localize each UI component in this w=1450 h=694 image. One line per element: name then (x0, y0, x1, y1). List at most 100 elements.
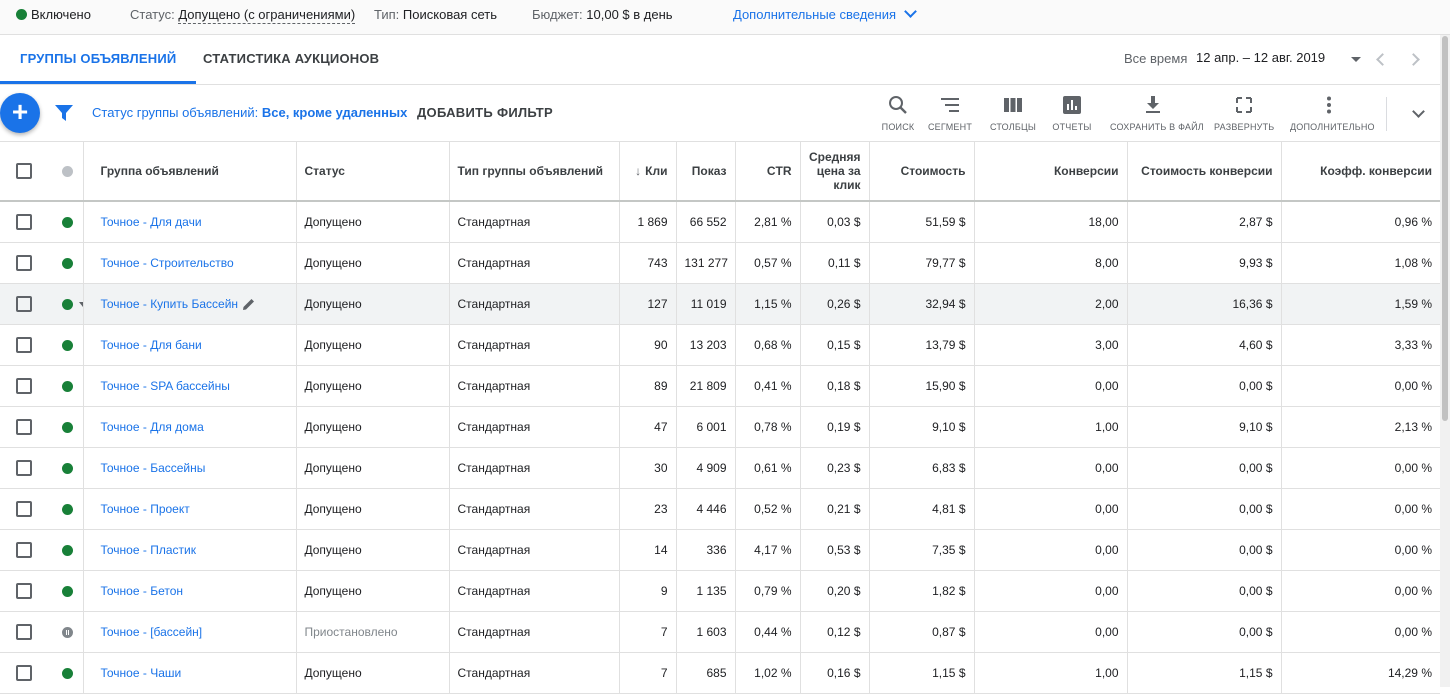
table-row[interactable]: Точное - Для дачи Допущено Стандартная 1 86… (0, 201, 1440, 243)
table-row[interactable]: Точное - Купить Бассейн Допущено Стандартн… (0, 283, 1440, 325)
ad-group-name-cell[interactable]: Точное - Для дома (83, 406, 297, 448)
row-status-cell[interactable] (47, 201, 84, 243)
ad-group-name-cell[interactable]: Точное - Для дачи (83, 201, 297, 243)
ad-group-name-cell[interactable]: Точное - Чаши (83, 652, 297, 694)
enabled-status-icon[interactable] (62, 299, 73, 311)
enabled-status-icon[interactable] (62, 422, 73, 434)
row-checkbox[interactable] (16, 296, 32, 312)
row-checkbox[interactable] (16, 255, 32, 271)
table-row[interactable]: Точное - Проект Допущено Стандартная 23 4 44… (0, 488, 1440, 530)
edit-pencil-icon[interactable] (242, 297, 256, 311)
more-tool-button[interactable]: ДОПОЛНИТЕЛЬНО (1290, 95, 1375, 132)
table-row[interactable]: Точное - Бассейны Допущено Стандартная 30 4 … (0, 447, 1440, 489)
ad-group-name-link[interactable]: Точное - Купить Бассейн (101, 297, 239, 311)
row-checkbox[interactable] (16, 419, 32, 435)
enabled-status-icon[interactable] (62, 381, 73, 393)
table-row[interactable]: Точное - Чаши Допущено Стандартная 7 685 1,02… (0, 652, 1440, 694)
row-status-cell[interactable] (47, 365, 84, 407)
search-tool-button[interactable]: ПОИСК (876, 95, 920, 132)
ad-group-name-cell[interactable]: Точное - Пластик (83, 529, 297, 571)
status-dropdown-icon[interactable] (79, 302, 82, 308)
enabled-status-icon[interactable] (62, 668, 73, 680)
filter-icon[interactable] (55, 105, 73, 124)
date-range-dropdown-icon[interactable] (1351, 57, 1361, 62)
tab-ad-groups[interactable]: ГРУППЫ ОБЪЯВЛЕНИЙ (0, 35, 197, 84)
table-row[interactable]: Точное - SPA бассейны Допущено Стандартная… (0, 365, 1440, 407)
enabled-status-icon[interactable] (62, 258, 73, 270)
col-header-impressions[interactable]: Показ (676, 142, 736, 202)
col-header-clicks[interactable]: ↓ Кли (619, 142, 677, 202)
row-status-cell[interactable] (47, 406, 84, 448)
reports-tool-button[interactable]: ОТЧЕТЫ (1050, 95, 1094, 132)
scrollbar-thumb[interactable] (1442, 36, 1448, 421)
enabled-status-icon[interactable] (62, 504, 73, 516)
table-row[interactable]: Точное - Пластик Допущено Стандартная 14 336… (0, 529, 1440, 571)
ad-group-name-link[interactable]: Точное - Для дома (101, 420, 204, 434)
table-row[interactable]: Точное - [бассейн] Приостановлено Стандарт… (0, 611, 1440, 653)
ad-group-name-cell[interactable]: Точное - Строительство (83, 242, 297, 284)
date-range-value[interactable]: 12 апр. – 12 авг. 2019 (1196, 50, 1325, 65)
row-status-cell[interactable] (47, 283, 84, 325)
ad-group-name-link[interactable]: Точное - Чаши (101, 666, 182, 680)
col-header-avg-cpc[interactable]: Средняя цена за клик (800, 142, 870, 202)
row-checkbox[interactable] (16, 665, 32, 681)
table-row[interactable]: Точное - Для дома Допущено Стандартная 47 6 … (0, 406, 1440, 448)
ad-group-name-link[interactable]: Точное - Для дачи (101, 215, 202, 229)
ad-group-name-link[interactable]: Точное - Бассейны (101, 461, 206, 475)
select-all-checkbox[interactable] (16, 163, 32, 179)
ad-group-name-cell[interactable]: Точное - Для бани (83, 324, 297, 366)
row-checkbox[interactable] (16, 337, 32, 353)
ad-group-name-cell[interactable]: Точное - Проект (83, 488, 297, 530)
enabled-status-icon[interactable] (62, 545, 73, 557)
more-details-link[interactable]: Дополнительные сведения (733, 0, 917, 32)
col-header-status[interactable]: Статус (296, 142, 450, 202)
row-status-cell[interactable] (47, 242, 84, 284)
row-status-cell[interactable] (47, 529, 84, 571)
row-status-cell[interactable] (47, 447, 84, 489)
col-header-cost-per-conversion[interactable]: Стоимость конверсии (1127, 142, 1282, 202)
paused-status-icon[interactable] (62, 627, 73, 639)
row-status-cell[interactable] (47, 652, 84, 694)
enabled-status-icon[interactable] (62, 586, 73, 598)
row-checkbox[interactable] (16, 460, 32, 476)
row-checkbox[interactable] (16, 378, 32, 394)
add-button[interactable]: + (0, 93, 40, 133)
columns-tool-button[interactable]: СТОЛБЦЫ (988, 95, 1038, 132)
row-checkbox[interactable] (16, 501, 32, 517)
row-status-cell[interactable] (47, 611, 84, 653)
ad-group-name-cell[interactable]: Точное - SPA бассейны (83, 365, 297, 407)
col-header-ctr[interactable]: CTR (735, 142, 801, 202)
row-status-cell[interactable] (47, 488, 84, 530)
ad-group-name-link[interactable]: Точное - Пластик (101, 543, 196, 557)
ad-group-name-cell[interactable]: Точное - Бассейны (83, 447, 297, 489)
chevron-down-icon[interactable] (1412, 105, 1425, 118)
col-header-conversions[interactable]: Конверсии (974, 142, 1128, 202)
campaign-enabled-status[interactable]: Включено (16, 0, 91, 32)
ad-group-name-link[interactable]: Точное - Для бани (101, 338, 202, 352)
col-header-ad-group[interactable]: Группа объявлений (83, 142, 297, 202)
ad-group-name-link[interactable]: Точное - SPA бассейны (101, 379, 230, 393)
status-filter-icon[interactable] (62, 166, 73, 178)
add-filter-button[interactable]: ДОБАВИТЬ ФИЛЬТР (417, 105, 553, 120)
prev-period-icon[interactable] (1376, 53, 1389, 66)
ad-group-name-link[interactable]: Точное - [бассейн] (101, 625, 203, 639)
col-header-type[interactable]: Тип группы объявлений (449, 142, 620, 202)
row-checkbox[interactable] (16, 214, 32, 230)
tab-auction-insights[interactable]: СТАТИСТИКА АУКЦИОНОВ (203, 35, 379, 83)
row-checkbox[interactable] (16, 583, 32, 599)
row-checkbox[interactable] (16, 624, 32, 640)
row-status-cell[interactable] (47, 570, 84, 612)
col-header-conversion-rate[interactable]: Коэфф. конверсии (1281, 142, 1440, 202)
ad-group-name-link[interactable]: Точное - Бетон (101, 584, 184, 598)
table-row[interactable]: Точное - Строительство Допущено Стандартна… (0, 242, 1440, 284)
col-header-cost[interactable]: Стоимость (869, 142, 975, 202)
next-period-icon[interactable] (1407, 53, 1420, 66)
enabled-status-icon[interactable] (62, 340, 73, 352)
row-status-cell[interactable] (47, 324, 84, 366)
fullscreen-tool-button[interactable]: РАЗВЕРНУТЬ (1214, 95, 1274, 132)
ad-group-name-cell[interactable]: Точное - Бетон (83, 570, 297, 612)
ad-group-name-link[interactable]: Точное - Проект (101, 502, 190, 516)
download-tool-button[interactable]: СОХРАНИТЬ В ФАЙЛ (1110, 95, 1204, 132)
active-filter-chip[interactable]: Статус группы объявлений: Все, кроме уда… (92, 105, 407, 120)
ad-group-name-link[interactable]: Точное - Строительство (101, 256, 234, 270)
